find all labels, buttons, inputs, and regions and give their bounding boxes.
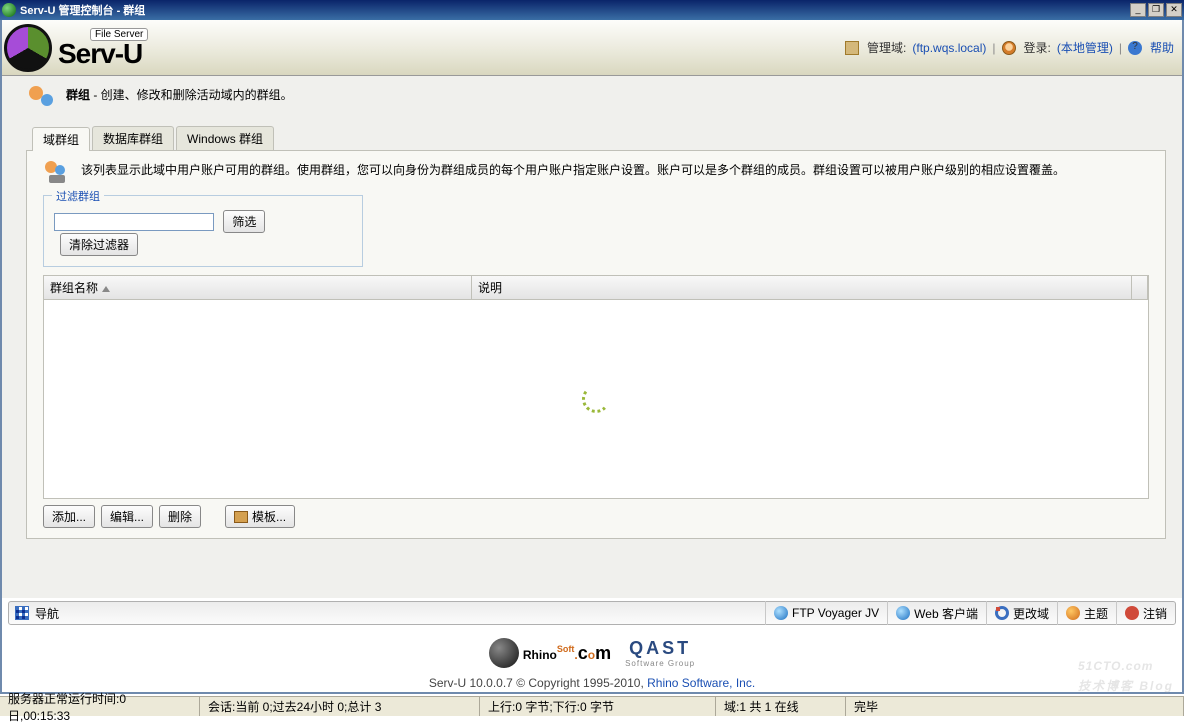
filter-groupbox: 过滤群组 筛选 清除过滤器	[43, 195, 363, 267]
filter-legend: 过滤群组	[52, 188, 104, 204]
panel-description: 该列表显示此域中用户账户可用的群组。使用群组，您可以向身份为群组成员的每个用户账…	[81, 161, 1065, 178]
nav-theme[interactable]: 主题	[1057, 601, 1116, 625]
minimize-button[interactable]: _	[1130, 3, 1146, 17]
globe-icon	[774, 606, 788, 620]
app-icon	[2, 3, 16, 17]
header-links: 管理域: (ftp.wqs.local) | 登录: (本地管理) | ? 帮助	[207, 39, 1182, 56]
groups-grid: 群组名称 说明	[43, 275, 1149, 499]
col-spacer	[1132, 276, 1148, 299]
nav-left: 导航	[9, 605, 59, 622]
qast-logo: QAST Software Group	[625, 638, 695, 668]
footer: RhinoSoft.com QAST Software Group Serv-U…	[2, 628, 1182, 692]
domain-icon	[845, 41, 859, 55]
nav-change-domain[interactable]: 更改域	[986, 601, 1057, 625]
navigate-label[interactable]: 导航	[35, 605, 59, 622]
panel-description-row: 该列表显示此域中用户账户可用的群组。使用群组，您可以向身份为群组成员的每个用户账…	[43, 161, 1149, 185]
nav-right: FTP Voyager JV Web 客户端 更改域 主题 注销	[765, 601, 1175, 625]
nav-logout[interactable]: 注销	[1116, 601, 1175, 625]
loading-spinner-icon	[582, 385, 610, 413]
footer-logos: RhinoSoft.com QAST Software Group	[2, 634, 1182, 672]
page-subtitle: - 创建、修改和删除活动域内的群组。	[90, 88, 293, 102]
logout-icon	[1125, 606, 1139, 620]
status-domains: 域:1 共 1 在线	[716, 697, 846, 716]
template-button[interactable]: 模板...	[225, 505, 295, 528]
status-uptime: 服务器正常运行时间:0 日,00:15:33	[0, 697, 200, 716]
theme-icon	[1066, 606, 1080, 620]
logo: File Server Serv-U	[2, 20, 207, 76]
panel-icon	[43, 161, 71, 185]
grid-header: 群组名称 说明	[44, 276, 1148, 300]
filter-button[interactable]: 筛选	[223, 210, 265, 233]
globe-icon	[896, 606, 910, 620]
edit-button[interactable]: 编辑...	[101, 505, 153, 528]
tab-domain-groups[interactable]: 域群组	[32, 127, 90, 151]
page-title-row: 群组 - 创建、修改和删除活动域内的群组。	[66, 86, 293, 103]
rhino-logo: RhinoSoft.com	[489, 638, 611, 668]
page-title: 群组	[66, 88, 90, 102]
copyright-link[interactable]: Rhino Software, Inc.	[647, 676, 755, 690]
sort-asc-icon	[102, 286, 110, 292]
app-frame: File Server Serv-U 管理域: (ftp.wqs.local) …	[0, 20, 1184, 694]
nav-webclient[interactable]: Web 客户端	[887, 601, 986, 625]
status-state: 完毕	[846, 697, 1184, 716]
restore-button[interactable]: ❐	[1148, 3, 1164, 17]
domain-groups-panel: 该列表显示此域中用户账户可用的群组。使用群组，您可以向身份为群组成员的每个用户账…	[26, 151, 1166, 539]
os-statusbar: 服务器正常运行时间:0 日,00:15:33 会话:当前 0;过去24小时 0;…	[0, 696, 1184, 716]
close-button[interactable]: ✕	[1166, 3, 1182, 17]
status-sessions: 会话:当前 0;过去24小时 0;总计 3	[200, 697, 480, 716]
logo-name: Serv-U	[58, 41, 148, 67]
domain-label: 管理域:	[867, 39, 906, 56]
bottom-navbar: 导航 FTP Voyager JV Web 客户端 更改域 主题 注销	[8, 601, 1176, 625]
grid-body	[44, 300, 1148, 498]
filter-input[interactable]	[54, 213, 214, 231]
col-description[interactable]: 说明	[472, 276, 1132, 299]
copyright: Serv-U 10.0.0.7 © Copyright 1995-2010, R…	[2, 676, 1182, 690]
user-icon	[1002, 41, 1016, 55]
manager-icon	[995, 606, 1009, 620]
clear-filter-button[interactable]: 清除过滤器	[60, 233, 138, 256]
logo-swirl-icon	[4, 24, 52, 72]
groups-icon	[26, 86, 56, 112]
col-group-name[interactable]: 群组名称	[44, 276, 472, 299]
nav-grid-icon[interactable]	[15, 606, 29, 620]
rhino-sphere-icon	[489, 638, 519, 668]
tab-windows-groups[interactable]: Windows 群组	[176, 126, 274, 150]
tabs: 域群组 数据库群组 Windows 群组	[26, 126, 1166, 151]
help-icon: ?	[1128, 41, 1142, 55]
domain-link[interactable]: (ftp.wqs.local)	[912, 41, 986, 55]
nav-voyager[interactable]: FTP Voyager JV	[765, 601, 887, 625]
main-content: 群组 - 创建、修改和删除活动域内的群组。 域群组 数据库群组 Windows …	[2, 76, 1182, 598]
page-header: 群组 - 创建、修改和删除活动域内的群组。	[26, 82, 1166, 126]
login-link[interactable]: (本地管理)	[1057, 39, 1113, 56]
window-title: Serv-U 管理控制台 - 群组	[20, 2, 1128, 18]
window-titlebar: Serv-U 管理控制台 - 群组 _ ❐ ✕	[0, 0, 1184, 20]
login-label: 登录:	[1024, 39, 1051, 56]
tab-db-groups[interactable]: 数据库群组	[92, 126, 174, 150]
add-button[interactable]: 添加...	[43, 505, 95, 528]
template-icon	[234, 511, 248, 523]
status-traffic: 上行:0 字节;下行:0 字节	[480, 697, 716, 716]
help-link[interactable]: 帮助	[1150, 39, 1174, 56]
delete-button[interactable]: 删除	[159, 505, 201, 528]
brand-banner: File Server Serv-U 管理域: (ftp.wqs.local) …	[2, 20, 1182, 76]
grid-actions: 添加... 编辑... 删除 模板...	[43, 499, 1149, 528]
